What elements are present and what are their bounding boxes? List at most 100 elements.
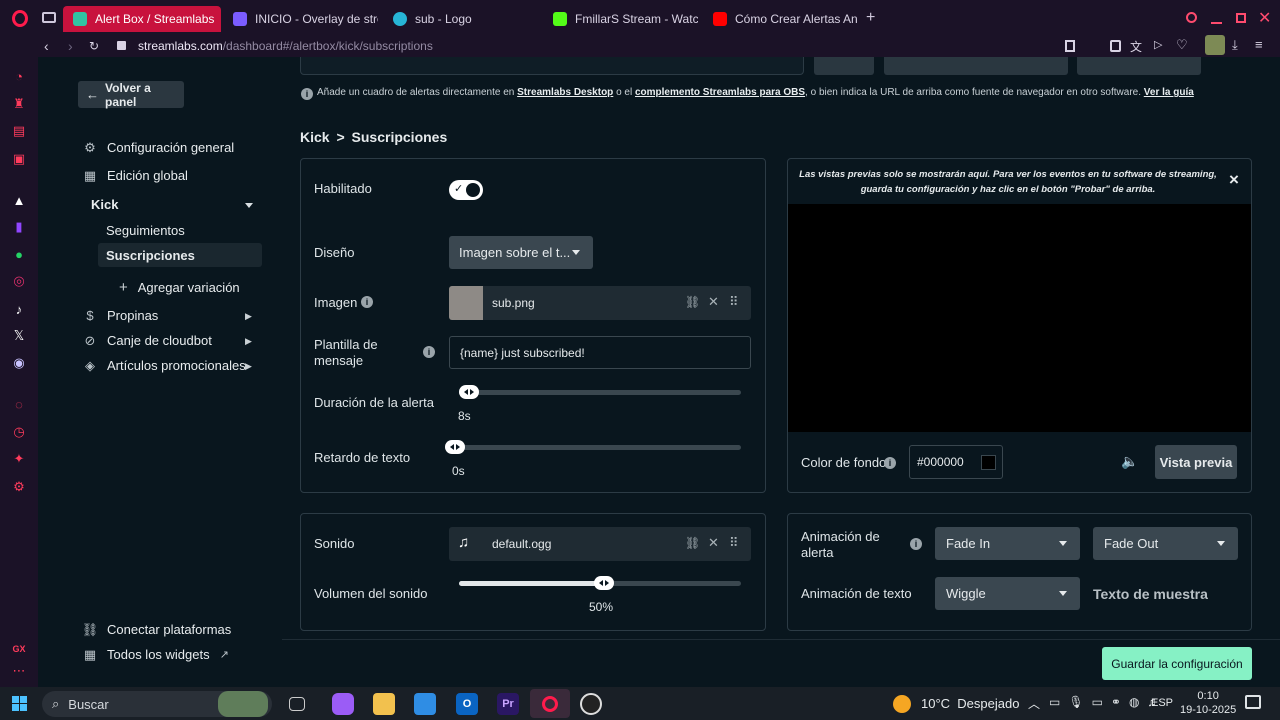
url-field[interactable]: streamlabs.com/dashboard#/alertbox/kick/… [138,39,433,53]
translate-icon[interactable]: 文 [1130,38,1142,55]
chevron-up-icon[interactable]: ︿ [1028,695,1040,712]
obs-plugin-link[interactable]: complemento Streamlabs para OBS [635,87,805,98]
outlook-icon[interactable]: O [456,693,478,715]
whatsapp-icon[interactable]: ● [11,246,27,262]
opera-gx-icon[interactable]: ◔ [11,68,27,84]
breadcrumb-kick[interactable]: Kick [300,129,330,145]
nav-todos-widgets[interactable]: ▦ Todos los widgets ↗ [83,647,229,663]
extensions-icon[interactable]: ✦ [11,451,27,467]
music-icon[interactable]: ▣ [11,151,27,167]
twitch-icon[interactable]: ▮ [11,219,27,235]
more-icon[interactable]: ⋯ [11,663,27,679]
forward-icon[interactable]: › [68,38,73,54]
news-icon[interactable]: ▤ [11,123,27,139]
remove-icon[interactable]: ✕ [708,535,719,551]
settings-icon[interactable]: ⚙ [11,479,27,495]
nav-canje-cloudbot[interactable]: ⊘ Canje de cloudbot [83,333,212,349]
text-delay-slider[interactable] [451,445,741,450]
info-icon[interactable]: i [910,538,922,550]
player-icon[interactable]: ◌ [11,396,27,412]
tray-icons[interactable]: ▭🎙▭⚭◍♫ [1049,695,1164,709]
text-animation-select[interactable]: Wiggle [935,577,1080,610]
add-variation-button[interactable]: + Agregar variación [119,279,240,296]
new-tab-button[interactable]: + [866,9,875,27]
preview-button[interactable]: Vista previa [1155,445,1237,479]
info-icon[interactable]: i [423,346,435,358]
tab-kick-stream[interactable]: FmillarS Stream - Watch [543,6,698,32]
speaker-icon[interactable]: 🔈 [1121,453,1138,470]
nav-conectar-plataformas[interactable]: ⛓ Conectar plataformas [82,622,232,638]
image-file-field[interactable]: sub.png ⛓ ✕ ⠿ [449,286,751,320]
opera-logo-icon[interactable] [12,10,28,27]
premiere-icon[interactable]: Pr [497,693,519,715]
copy-url-button[interactable] [814,57,874,75]
minimize-icon[interactable] [1211,22,1222,24]
volume-slider-handle[interactable] [594,576,614,590]
link-icon[interactable]: ⛓ [685,536,700,550]
template-input[interactable]: {name} just subscribed! [449,336,751,369]
x-icon[interactable]: 𝕏 [11,328,27,344]
weather-text[interactable]: 10°C Despejado [921,696,1019,711]
tab-sub-logo[interactable]: sub - Logo [383,6,543,32]
streamlabs-desktop-link[interactable]: Streamlabs Desktop [517,87,613,98]
test-button[interactable] [1077,57,1201,75]
search-icon[interactable] [1186,12,1197,23]
sound-file-field[interactable]: ♫ default.ogg ⛓ ✕ ⠿ [449,527,751,561]
nav-configuracion-general[interactable]: ⚙ Configuración general [83,140,234,156]
tab-inicio-overlay[interactable]: INICIO - Overlay de strea [223,6,378,32]
download-icon[interactable]: ⤓ [1232,37,1238,53]
nav-edicion-global[interactable]: ▦ Edición global [83,168,188,184]
remove-icon[interactable]: ✕ [708,294,719,310]
file-explorer-icon[interactable] [373,693,395,715]
enabled-toggle[interactable]: ✓ [449,180,483,200]
maximize-icon[interactable] [1236,13,1246,23]
adblock-icon[interactable] [1110,40,1121,52]
animation-out-select[interactable]: Fade Out [1093,527,1238,560]
back-to-panel-button[interactable]: ← Volver a panel [78,81,184,109]
nav-suscripciones[interactable]: Suscripciones [98,243,262,267]
tab-alert-box[interactable]: Alert Box / Streamlabs [63,6,221,32]
obs-icon[interactable] [580,693,602,715]
workspaces-icon[interactable] [42,12,56,23]
duration-slider[interactable] [459,390,741,395]
snapshot-icon[interactable] [1065,40,1075,52]
gallery-icon[interactable]: ⠿ [729,535,739,551]
info-icon[interactable]: i [361,296,373,308]
nav-propinas[interactable]: $ Propinas [83,308,158,323]
close-icon[interactable]: × [1229,170,1239,190]
nav-articulos-promocionales[interactable]: ◈ Artículos promocionales [83,358,246,374]
text-delay-slider-handle[interactable] [445,440,465,454]
taskbar-search[interactable]: ⌕ Buscar [42,691,272,717]
history-icon[interactable]: ◷ [11,424,27,440]
background-color-input[interactable]: #000000 [909,445,1003,479]
save-settings-button[interactable]: Guardar la configuración [1102,647,1252,680]
tiktok-icon[interactable]: ♪ [11,301,27,317]
layout-select[interactable]: Imagen sobre el t... [449,236,593,269]
close-window-icon[interactable]: ✕ [1258,8,1271,28]
info-icon[interactable]: i [884,457,896,469]
back-icon[interactable]: ‹ [44,38,49,54]
windows-start-icon[interactable] [12,696,27,711]
instagram-icon[interactable]: ◎ [11,273,27,289]
duration-slider-handle[interactable] [458,385,479,399]
nav-kick-section[interactable]: Kick [91,197,118,212]
opera-gx-taskbar-icon[interactable] [530,689,570,718]
reload-icon[interactable]: ↻ [89,39,99,53]
gx-corner-icon[interactable]: GX [11,641,27,657]
link-icon[interactable]: ⛓ [685,295,700,309]
guide-link[interactable]: Ver la guía [1144,87,1194,98]
clock[interactable]: 0:10 19-10-2025 [1180,689,1236,717]
avatar[interactable] [1205,35,1225,55]
language-indicator[interactable]: ESP [1151,697,1173,709]
store-icon[interactable] [414,693,436,715]
nav-seguimientos[interactable]: Seguimientos [106,223,185,238]
tab-crear-alertas[interactable]: Cómo Crear Alertas Anim [703,6,858,32]
notifications-icon[interactable] [1245,695,1261,709]
heart-icon[interactable]: ♡ [1176,37,1188,53]
aria-icon[interactable]: ▲ [11,192,27,208]
discord-icon[interactable]: ◉ [11,355,27,371]
task-view-icon[interactable] [289,697,305,711]
color-swatch[interactable] [981,455,996,470]
play-icon[interactable]: ▷ [1154,38,1162,51]
animation-in-select[interactable]: Fade In [935,527,1080,560]
